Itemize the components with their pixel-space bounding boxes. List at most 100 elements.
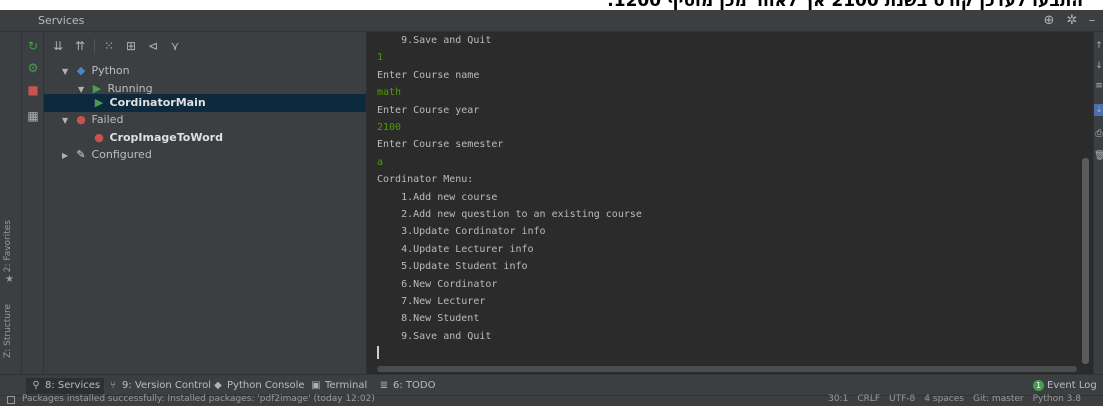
tab-services[interactable]: ⚲ 8: Services: [26, 378, 105, 394]
horizontal-scrollbar[interactable]: [377, 366, 1077, 372]
globe-icon[interactable]: ⊕: [1041, 13, 1057, 29]
tab-label: Python Console: [227, 380, 305, 391]
error-icon: ●: [94, 131, 104, 144]
console-output-line: 4.Update Lecturer info: [377, 243, 534, 255]
console-output-line: Cordinator Menu:: [377, 174, 474, 186]
caret-position[interactable]: 30:1: [828, 394, 848, 404]
status-message[interactable]: Packages installed successfully: Install…: [22, 394, 375, 404]
tab-label: Event Log: [1047, 380, 1097, 391]
branch-icon: ⑂: [110, 380, 116, 391]
status-widgets: 30:1 CRLF UTF-8 4 spaces Git: master Pyt…: [828, 394, 1081, 404]
list-icon: ≣: [379, 380, 389, 391]
left-tool-strip: 2: Favorites ★ Z: Structure: [0, 32, 22, 374]
tree-node-configured[interactable]: ▶ ✎ Configured: [62, 146, 152, 164]
git-branch[interactable]: Git: master: [973, 394, 1024, 404]
tool-windows-toggle-icon[interactable]: [7, 396, 15, 404]
collapsed-arrow-icon[interactable]: ▶: [62, 147, 74, 165]
toolbar-separator: [94, 39, 95, 53]
run-icon: ▶: [94, 96, 104, 109]
console-output-line: Enter Course year: [377, 104, 480, 116]
console-input-line: a: [377, 156, 384, 168]
soft-wrap-icon[interactable]: ≡: [1094, 80, 1103, 92]
top-caption-text: התבעו לעדכן קורס בשנת 2100 אך לאחר מכן מ…: [607, 0, 1083, 10]
tab-todo[interactable]: ≣ 6: TODO: [378, 378, 436, 394]
terminal-icon: ▣: [311, 380, 321, 391]
text-caret: [377, 346, 379, 359]
tree-node-label: CordinatorMain: [109, 96, 206, 109]
services-icon: ⚲: [32, 380, 40, 391]
console-output-line: 9.Save and Quit: [377, 330, 492, 342]
tree-node-label: CropImageToWord: [109, 131, 223, 144]
top-caption-strip: התבעו לעדכן קורס בשנת 2100 אך לאחר מכן מ…: [0, 0, 1103, 10]
error-icon: ●: [76, 113, 86, 126]
python-icon: ◆: [214, 380, 222, 391]
tree-toolbar: ⇊ ⇈ ⁙ ⊞ ⊲ ⋎: [50, 38, 183, 56]
expand-all-icon[interactable]: ⇊: [50, 38, 66, 54]
expanded-arrow-icon[interactable]: ▼: [62, 112, 74, 130]
line-separator[interactable]: CRLF: [857, 394, 880, 404]
run-console[interactable]: 9.Save and Quit 1 Enter Course name math Ent…: [366, 32, 1093, 374]
tree-node-cordinator-main[interactable]: ▶ CordinatorMain: [44, 94, 366, 112]
python-icon: ◆: [76, 64, 86, 77]
scroll-to-end-icon[interactable]: ⇣: [1094, 104, 1103, 116]
filter-icon[interactable]: ⋎: [167, 38, 183, 54]
console-input-line: math: [377, 87, 402, 99]
tab-label: 8: Services: [45, 380, 101, 391]
console-output-line: 3.Update Cordinator info: [377, 226, 546, 238]
event-count-badge: 1: [1033, 380, 1044, 391]
collapse-all-icon[interactable]: ⇈: [72, 38, 88, 54]
console-output-line: 9.Save and Quit: [377, 35, 492, 46]
console-output-line: 5.Update Student info: [377, 261, 528, 273]
tab-python-console[interactable]: ◆ Python Console: [212, 378, 305, 394]
star-icon[interactable]: ★: [5, 274, 14, 285]
tab-event-log[interactable]: 1 Event Log: [1033, 378, 1097, 394]
tab-terminal[interactable]: ▣ Terminal: [310, 378, 367, 394]
delete-icon[interactable]: 🗑: [1094, 150, 1103, 162]
run-debug-icon[interactable]: ⚙: [25, 60, 41, 76]
tree-node-label: Failed: [91, 113, 124, 126]
structure-tab[interactable]: Z: Structure: [3, 304, 13, 358]
rerun-icon[interactable]: ↻: [25, 38, 41, 54]
console-output-line: 7.New Lecturer: [377, 296, 486, 307]
add-service-icon[interactable]: ⊲: [145, 38, 161, 54]
tree-node-crop-image[interactable]: ● CropImageToWord: [92, 129, 223, 147]
tab-version-control[interactable]: ⑂ 9: Version Control: [107, 378, 211, 394]
minimize-icon[interactable]: –: [1084, 13, 1100, 29]
console-output-line: 1.Add new course: [377, 191, 498, 203]
right-tool-strip: ↑ ↓ ≡ ⇣ ⎙ 🗑: [1093, 32, 1103, 374]
services-tool-column: ↻ ⚙ ■ ▦: [22, 32, 44, 374]
tree-node-python[interactable]: ▼ ◆ Python: [62, 62, 130, 80]
indent-setting[interactable]: 4 spaces: [924, 394, 964, 404]
console-output-line: 6.New Cordinator: [377, 278, 498, 290]
services-title: Services: [38, 14, 85, 27]
tree-node-label: Configured: [91, 148, 152, 161]
console-output-line: 2.Add new question to an existing course: [377, 209, 642, 220]
scroll-up-icon[interactable]: ↑: [1094, 40, 1103, 52]
tab-label: 9: Version Control: [122, 380, 212, 391]
tree-node-label: Python: [91, 64, 130, 77]
expanded-arrow-icon[interactable]: ▼: [62, 63, 74, 81]
favorites-tab[interactable]: 2: Favorites: [3, 220, 13, 272]
tree-node-failed[interactable]: ▼ ● Failed: [62, 111, 123, 129]
stop-icon[interactable]: ■: [25, 82, 41, 98]
services-tree: ⇊ ⇈ ⁙ ⊞ ⊲ ⋎ ▼ ◆ Python ▼ ▶ Running ▶ Cordi…: [44, 32, 366, 374]
console-input-line: 1: [377, 52, 384, 64]
new-group-icon[interactable]: ⊞: [123, 38, 139, 54]
tab-label: Terminal: [325, 380, 368, 391]
python-interpreter[interactable]: Python 3.8: [1033, 394, 1081, 404]
status-bar: Packages installed successfully: Install…: [0, 394, 1103, 406]
tab-label: 6: TODO: [393, 380, 436, 391]
console-output-line: Enter Course name: [377, 69, 480, 81]
console-input-line: 2100: [377, 122, 402, 133]
tool-window-bar: ⚲ 8: Services ⑂ 9: Version Control ◆ Python…: [0, 374, 1103, 395]
group-icon[interactable]: ⁙: [101, 38, 117, 54]
print-icon[interactable]: ⎙: [1094, 128, 1103, 140]
console-output-line: Enter Course semester: [377, 139, 504, 151]
vertical-scrollbar[interactable]: [1082, 158, 1089, 364]
console-output-line: 8.New Student: [377, 313, 480, 325]
file-encoding[interactable]: UTF-8: [889, 394, 915, 404]
gear-icon[interactable]: ✲: [1064, 13, 1080, 29]
layout-icon[interactable]: ▦: [25, 108, 41, 124]
wrench-icon: ✎: [76, 148, 86, 161]
scroll-down-icon[interactable]: ↓: [1094, 60, 1103, 72]
